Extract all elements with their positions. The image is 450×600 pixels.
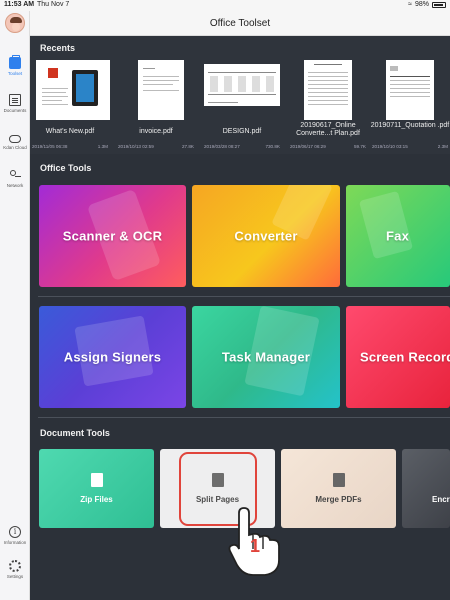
battery-percent: 98% (414, 1, 429, 8)
file-thumbnail (304, 60, 352, 120)
zip-icon (90, 473, 103, 487)
sidebar-item-information[interactable]: i Information (0, 526, 30, 545)
file-thumbnail (36, 60, 110, 120)
toolset-icon (9, 55, 21, 69)
sidebar-item-label: Network (6, 183, 24, 188)
file-meta: 2019/10/10 03:15 2.3M (370, 144, 450, 149)
divider (38, 296, 450, 297)
file-size: 2.3M (437, 144, 448, 149)
step-number: 1 (250, 536, 261, 556)
file-size: 27.8K (181, 144, 194, 149)
wifi-icon: ≈ (408, 1, 412, 8)
sidebar-item-kdan-cloud[interactable]: Kdan Cloud (0, 131, 30, 150)
file-name: DESIGN.pdf (222, 128, 262, 135)
merge-icon (332, 473, 345, 487)
tile-label: Scanner & OCR (62, 228, 163, 244)
recent-file[interactable]: invoice.pdf 2019/10/13 02:59 27.8K (116, 58, 196, 153)
tile-label: Zip Files (80, 495, 113, 504)
divider (38, 417, 450, 418)
file-date: 2019/03/28 08:27 (204, 144, 240, 149)
status-time: 11:53 AM (4, 1, 35, 8)
file-date: 2019/06/17 06:29 (290, 144, 326, 149)
sidebar-item-label: Information (3, 540, 27, 545)
tile-zip-files[interactable]: Zip Files (39, 449, 154, 528)
document-tools-title: Document Tools (40, 428, 110, 438)
tile-label: Task Manager (221, 349, 311, 365)
sidebar-item-documents[interactable]: Documents (0, 94, 30, 113)
file-date: 2019/11/05 06:38 (32, 144, 68, 149)
recent-file[interactable]: 20190711_Quotation .pdf 2019/10/10 03:15… (370, 58, 450, 153)
file-meta: 2019/10/13 02:59 27.8K (116, 144, 196, 149)
file-name: What's New.pdf (45, 128, 95, 135)
sidebar-item-toolset[interactable]: Toolset (0, 55, 30, 76)
tile-label: Fax (386, 228, 410, 244)
sidebar-item-network[interactable]: Network (0, 169, 30, 188)
cloud-icon (9, 135, 21, 143)
tile-label: Screen Recorder (360, 349, 450, 365)
tile-label: Encrypt (432, 495, 450, 504)
office-tools-title: Office Tools (40, 163, 92, 173)
recent-file[interactable]: DESIGN.pdf 2019/03/28 08:27 730.8K (202, 58, 282, 153)
status-right: ≈ 98% (408, 1, 446, 8)
battery-icon (432, 1, 446, 8)
file-name: invoice.pdf (139, 128, 173, 135)
sidebar-item-settings[interactable]: Settings (0, 560, 30, 579)
file-name: 20190617_Online Converte...t Plan.pdf (296, 122, 360, 137)
tile-merge-pdfs[interactable]: Merge PDFs (281, 449, 396, 528)
status-date: Thu Nov 7 (37, 1, 70, 8)
file-thumbnail (386, 60, 434, 120)
tile-screen-recorder[interactable]: Screen Recorder (346, 306, 450, 408)
tile-label: Assign Signers (63, 349, 162, 365)
file-date: 2019/10/13 02:59 (118, 144, 154, 149)
sidebar-item-label: Toolset (7, 71, 23, 76)
recent-file[interactable]: 20190617_Online Converte...t Plan.pdf 20… (288, 58, 368, 153)
tile-encrypt[interactable]: Encrypt (402, 449, 450, 528)
tile-fax[interactable]: Fax (346, 185, 450, 287)
tile-label: Converter (234, 228, 298, 244)
file-size: 59.7K (353, 144, 366, 149)
tile-scanner-ocr[interactable]: Scanner & OCR (39, 185, 186, 287)
avatar[interactable] (5, 13, 25, 33)
sidebar: Toolset Documents Kdan Cloud Network i I… (0, 11, 30, 600)
sidebar-item-label: Documents (3, 108, 27, 113)
recents-section: Recents What's New.pdf 2019/11/05 06:38 … (30, 36, 450, 154)
network-icon (9, 169, 21, 181)
recent-file[interactable]: What's New.pdf 2019/11/05 06:38 1.3M (30, 58, 110, 153)
file-size: 730.8K (265, 144, 280, 149)
file-name: 20190711_Quotation .pdf (370, 122, 450, 129)
recents-title: Recents (40, 43, 76, 53)
file-meta: 2019/11/05 06:38 1.3M (30, 144, 110, 149)
file-thumbnail (204, 64, 280, 106)
file-thumbnail (138, 60, 184, 120)
page-title: Office Toolset (30, 11, 450, 36)
info-icon: i (9, 526, 21, 538)
sidebar-item-label: Kdan Cloud (3, 145, 27, 150)
tile-task-manager[interactable]: Task Manager (192, 306, 340, 408)
status-bar: 11:53 AM Thu Nov 7 ≈ 98% (0, 0, 450, 11)
file-meta: 2019/06/17 06:29 59.7K (288, 144, 368, 149)
documents-icon (9, 94, 21, 106)
tile-label: Merge PDFs (315, 495, 362, 504)
file-meta: 2019/03/28 08:27 730.8K (202, 144, 282, 149)
settings-icon (9, 560, 21, 572)
tile-converter[interactable]: Converter (192, 185, 340, 287)
sidebar-item-label: Settings (6, 574, 24, 579)
file-size: 1.3M (97, 144, 108, 149)
tile-assign-signers[interactable]: Assign Signers (39, 306, 186, 408)
file-date: 2019/10/10 03:15 (372, 144, 408, 149)
